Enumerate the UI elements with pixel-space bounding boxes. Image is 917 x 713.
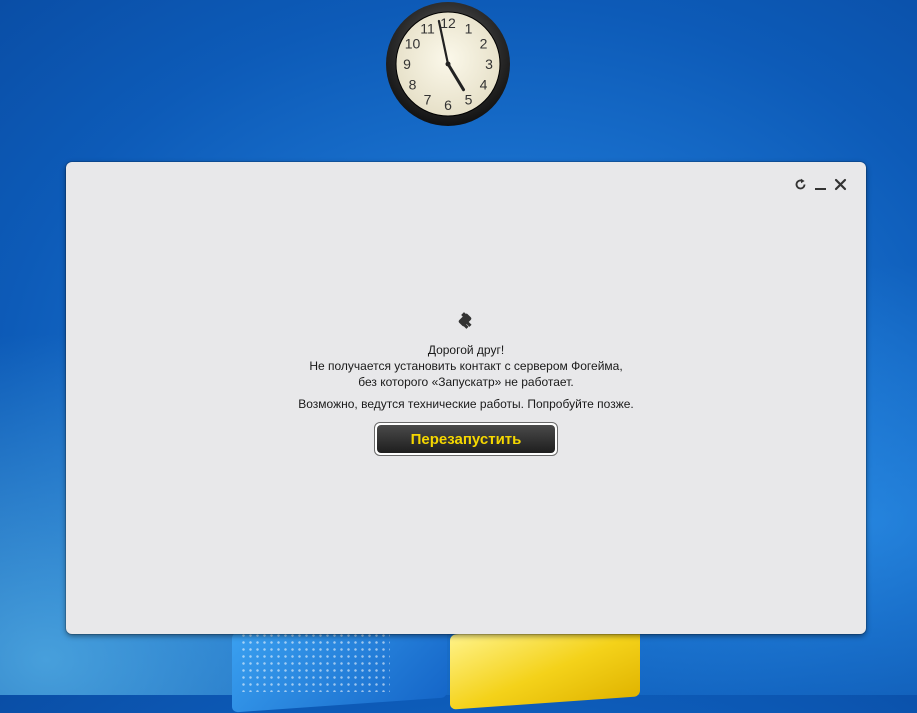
error-line-1: Не получается установить контакт с серве…: [309, 359, 623, 373]
maintenance-text: Возможно, ведутся технические работы. По…: [298, 397, 634, 411]
clock-numeral: 10: [405, 36, 421, 52]
clock-numeral: 3: [485, 56, 493, 72]
refresh-button[interactable]: [792, 176, 808, 192]
refresh-icon: [795, 178, 805, 189]
error-message-block: Дорогой друг! Не получается установить к…: [66, 310, 866, 456]
greeting-text: Дорогой друг!: [427, 343, 505, 357]
close-icon: [834, 178, 846, 190]
clock-numeral: 5: [465, 92, 473, 108]
windows-logo-yellow-pane: [450, 621, 640, 710]
windows-logo-dots: [240, 632, 390, 692]
plug-icon: [458, 312, 472, 329]
minimize-button[interactable]: [812, 176, 828, 192]
launcher-window: Дорогой друг! Не получается установить к…: [66, 162, 866, 634]
clock-numeral: 1: [465, 21, 473, 37]
clock-numeral: 9: [403, 56, 411, 72]
restart-button-frame: Перезапустить: [374, 422, 558, 456]
clock-numeral: 2: [480, 36, 488, 52]
window-controls: [792, 176, 848, 192]
clock-numeral: 7: [424, 92, 432, 108]
minimize-icon: [814, 187, 826, 190]
clock-numeral: 11: [420, 21, 435, 37]
clock-gadget[interactable]: 12 12 3 45678 9 1011: [385, 1, 511, 127]
close-button[interactable]: [832, 176, 848, 192]
clock-numeral: 8: [409, 77, 417, 93]
clock-numeral: 12: [440, 15, 456, 31]
clock-numeral: 6: [444, 97, 452, 113]
clock-numeral: 4: [480, 77, 488, 93]
error-line-2: без которого «Запускатр» не работает.: [358, 375, 574, 389]
restart-button[interactable]: Перезапустить: [377, 425, 555, 453]
